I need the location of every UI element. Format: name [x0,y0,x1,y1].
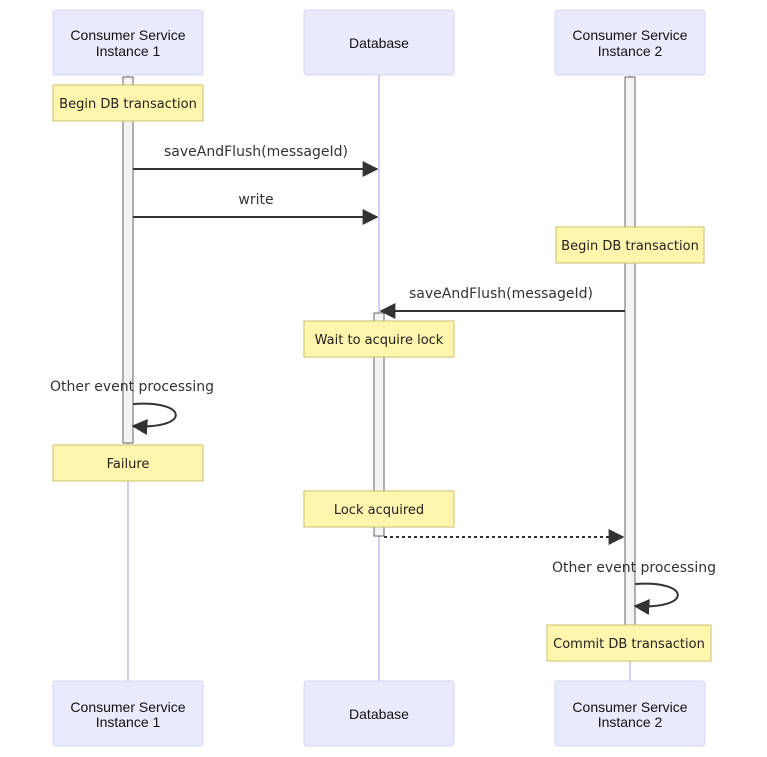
message-label: Other event processing [50,379,214,395]
note-text: Begin DB transaction [561,239,699,254]
note-begin-transaction-2: Begin DB transaction [555,226,705,264]
actor-label: Database [349,35,409,51]
note-text: Commit DB transaction [553,637,705,652]
actor-label: Consumer Service [572,699,687,715]
self-loop-arrow [131,402,177,435]
message-label: Other event processing [552,560,716,576]
note-failure: Failure [52,444,204,482]
note-text: Lock acquired [334,503,424,518]
actor-label: Database [349,706,409,722]
actor-bottom-consumer-1: Consumer Service Instance 1 [52,680,204,747]
note-wait-lock: Wait to acquire lock [303,320,455,358]
note-lock-acquired: Lock acquired [303,490,455,528]
message-write: write [133,192,379,225]
actor-label: Instance 2 [598,43,663,59]
message-save-and-flush-1: saveAndFlush(messageId) [133,144,379,177]
note-text: Begin DB transaction [59,97,197,112]
message-label: saveAndFlush(messageId) [164,144,348,160]
sequence-diagram: Consumer Service Instance 1 Database Con… [50,9,716,747]
actor-top-consumer-2: Consumer Service Instance 2 [554,9,706,76]
self-loop-arrow [633,582,679,615]
actor-label: Consumer Service [70,27,185,43]
note-text: Wait to acquire lock [315,333,444,348]
actor-label: Consumer Service [70,699,185,715]
message-label: saveAndFlush(messageId) [409,286,593,302]
actor-bottom-consumer-2: Consumer Service Instance 2 [554,680,706,747]
activation-consumer-2 [624,76,636,626]
actor-top-database: Database [303,9,455,76]
actor-label: Instance 1 [96,43,161,59]
message-label: write [238,192,273,208]
actor-bottom-database: Database [303,680,455,747]
actor-top-consumer-1: Consumer Service Instance 1 [52,9,204,76]
note-text: Failure [107,457,150,472]
actor-label: Instance 1 [96,714,161,730]
actor-label: Consumer Service [572,27,687,43]
note-commit-transaction: Commit DB transaction [546,624,712,662]
actor-label: Instance 2 [598,714,663,730]
note-begin-transaction-1: Begin DB transaction [52,84,204,122]
message-save-and-flush-2: saveAndFlush(messageId) [379,286,625,319]
